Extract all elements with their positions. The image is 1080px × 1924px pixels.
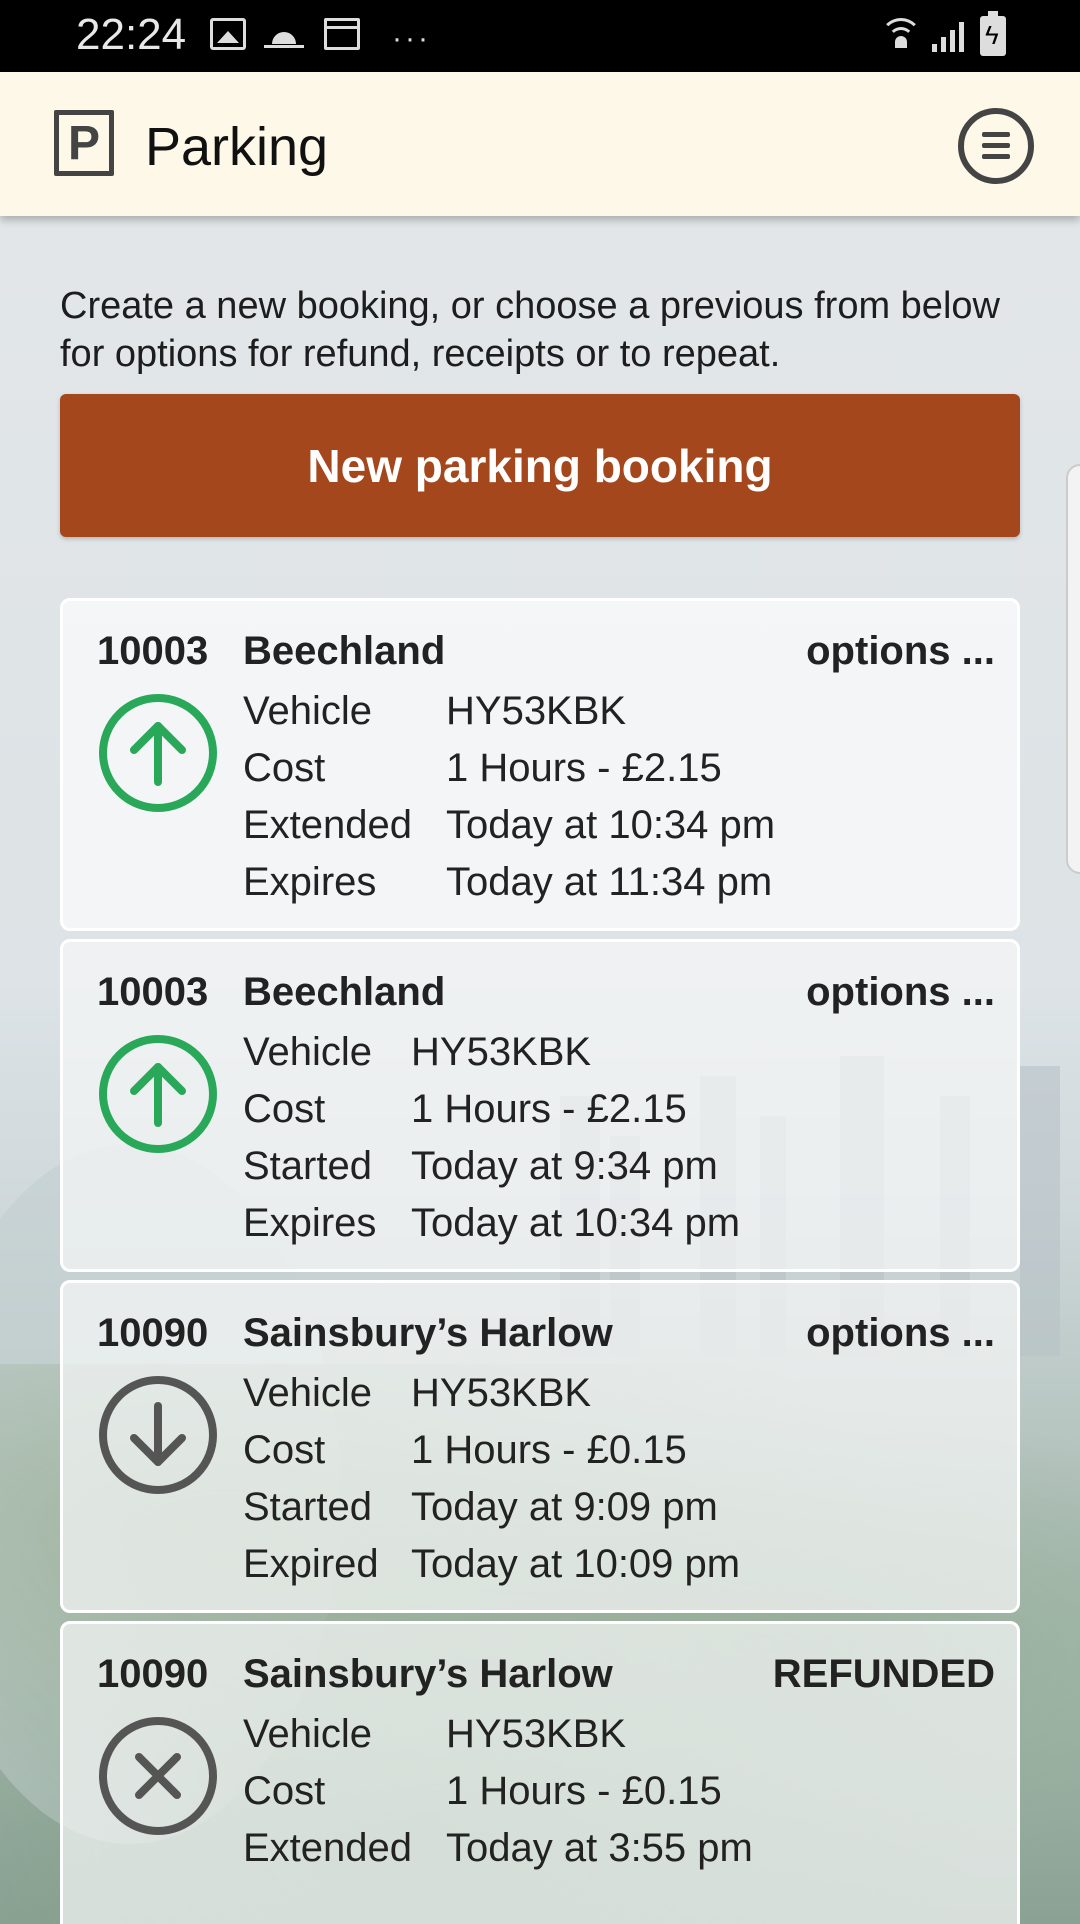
row-value: 1 Hours - £0.15: [446, 1769, 722, 1813]
booking-ref: 10003: [97, 629, 209, 673]
menu-button[interactable]: [958, 108, 1034, 184]
arrow-down-circle-icon: [99, 1376, 217, 1494]
row-value: Today at 9:34 pm: [411, 1144, 718, 1188]
cancel-circle-icon: [99, 1717, 217, 1835]
row-label: Expires: [243, 860, 377, 904]
arrow-up-circle-icon: [99, 694, 217, 812]
booking-row: Started Today at 9:34 pm: [243, 1138, 740, 1195]
row-label: Cost: [243, 1428, 326, 1472]
booking-location: Beechland: [243, 629, 446, 673]
status-time: 22:24: [76, 10, 187, 59]
row-label: Extended: [243, 803, 413, 847]
row-label: Extended: [243, 1826, 413, 1870]
signal-icon: [932, 22, 966, 52]
booking-location: Sainsbury’s Harlow: [243, 1652, 613, 1696]
booking-row: Extended Today at 10:34 pm: [243, 797, 775, 854]
row-value: Today at 11:34 pm: [446, 860, 773, 904]
row-value: Today at 10:09 pm: [411, 1542, 741, 1586]
booking-row: Expired Today at 10:09 pm: [243, 1536, 740, 1593]
row-value: Today at 9:09 pm: [411, 1485, 718, 1529]
booking-row: Vehicle HY53KBK: [243, 683, 775, 740]
booking-row: Expires Today at 10:34 pm: [243, 1195, 740, 1252]
row-label: Vehicle: [243, 1030, 372, 1074]
booking-row: Vehicle HY53KBK: [243, 1365, 740, 1422]
booking-location: Beechland: [243, 970, 446, 1014]
image-icon: [210, 18, 246, 50]
side-drawer-handle[interactable]: [1066, 464, 1080, 874]
row-value: HY53KBK: [446, 1712, 627, 1756]
status-bar: 22:24 ···: [0, 0, 1080, 72]
booking-row: Extended Today at 3:55 pm: [243, 1820, 753, 1877]
app-bar: P Parking: [0, 72, 1080, 216]
wifi-icon: [880, 18, 922, 52]
row-value: 1 Hours - £0.15: [411, 1428, 687, 1472]
options-link[interactable]: options ...: [806, 970, 995, 1015]
booking-row: Expires Today at 11:34 pm: [243, 854, 775, 911]
booking-location: Sainsbury’s Harlow: [243, 1311, 613, 1355]
row-label: Expired: [243, 1542, 379, 1586]
row-value: HY53KBK: [411, 1030, 592, 1074]
row-label: Cost: [243, 1769, 326, 1813]
row-value: 1 Hours - £2.15: [446, 746, 722, 790]
booking-ref: 10090: [97, 1652, 209, 1696]
booking-ref: 10090: [97, 1311, 209, 1355]
booking-row: Vehicle HY53KBK: [243, 1024, 740, 1081]
row-value: HY53KBK: [411, 1371, 592, 1415]
booking-row: Cost 1 Hours - £0.15: [243, 1763, 753, 1820]
options-link[interactable]: options ...: [806, 629, 995, 674]
weather-sunrise-icon: [264, 18, 304, 48]
booking-card[interactable]: 10090 Sainsbury’s Harlow options ... Veh…: [60, 1280, 1020, 1613]
new-booking-button[interactable]: New parking booking: [60, 394, 1020, 537]
row-label: Vehicle: [243, 1371, 372, 1415]
booking-row: Cost 1 Hours - £0.15: [243, 1422, 740, 1479]
row-value: Today at 10:34 pm: [411, 1201, 741, 1245]
arrow-up-circle-icon: [99, 1035, 217, 1153]
parking-logo-icon: P: [54, 110, 114, 176]
row-label: Cost: [243, 1087, 326, 1131]
calendar-icon: [324, 18, 360, 50]
row-value: 1 Hours - £2.15: [411, 1087, 687, 1131]
refunded-badge: REFUNDED: [772, 1652, 995, 1696]
row-value: HY53KBK: [446, 689, 627, 733]
booking-card[interactable]: 10003 Beechland options ... Vehicle HY53K…: [60, 598, 1020, 931]
row-label: Cost: [243, 746, 326, 790]
booking-row: Vehicle HY53KBK: [243, 1706, 753, 1763]
row-label: Started: [243, 1144, 372, 1188]
booking-ref: 10003: [97, 970, 209, 1014]
row-label: Vehicle: [243, 689, 372, 733]
row-label: Vehicle: [243, 1712, 372, 1756]
bookings-list: 10003 Beechland options ... Vehicle HY53K…: [60, 598, 1020, 1924]
booking-row: Started Today at 9:09 pm: [243, 1479, 740, 1536]
row-label: Expires: [243, 1201, 377, 1245]
more-dots-icon: ···: [392, 22, 431, 55]
booking-card[interactable]: 10090 Sainsbury’s Harlow REFUNDED Vehicl…: [60, 1621, 1020, 1924]
booking-card[interactable]: 10003 Beechland options ... Vehicle HY53K…: [60, 939, 1020, 1272]
booking-row: Cost 1 Hours - £2.15: [243, 740, 775, 797]
row-value: Today at 3:55 pm: [446, 1826, 753, 1870]
main-content: Create a new booking, or choose a previo…: [0, 216, 1080, 1924]
booking-row: Cost 1 Hours - £2.15: [243, 1081, 740, 1138]
app-title: Parking: [145, 117, 329, 177]
row-value: Today at 10:34 pm: [446, 803, 776, 847]
row-label: Started: [243, 1485, 372, 1529]
intro-text: Create a new booking, or choose a previo…: [60, 285, 1000, 375]
battery-charging-icon: [980, 11, 1006, 56]
options-link[interactable]: options ...: [806, 1311, 995, 1356]
